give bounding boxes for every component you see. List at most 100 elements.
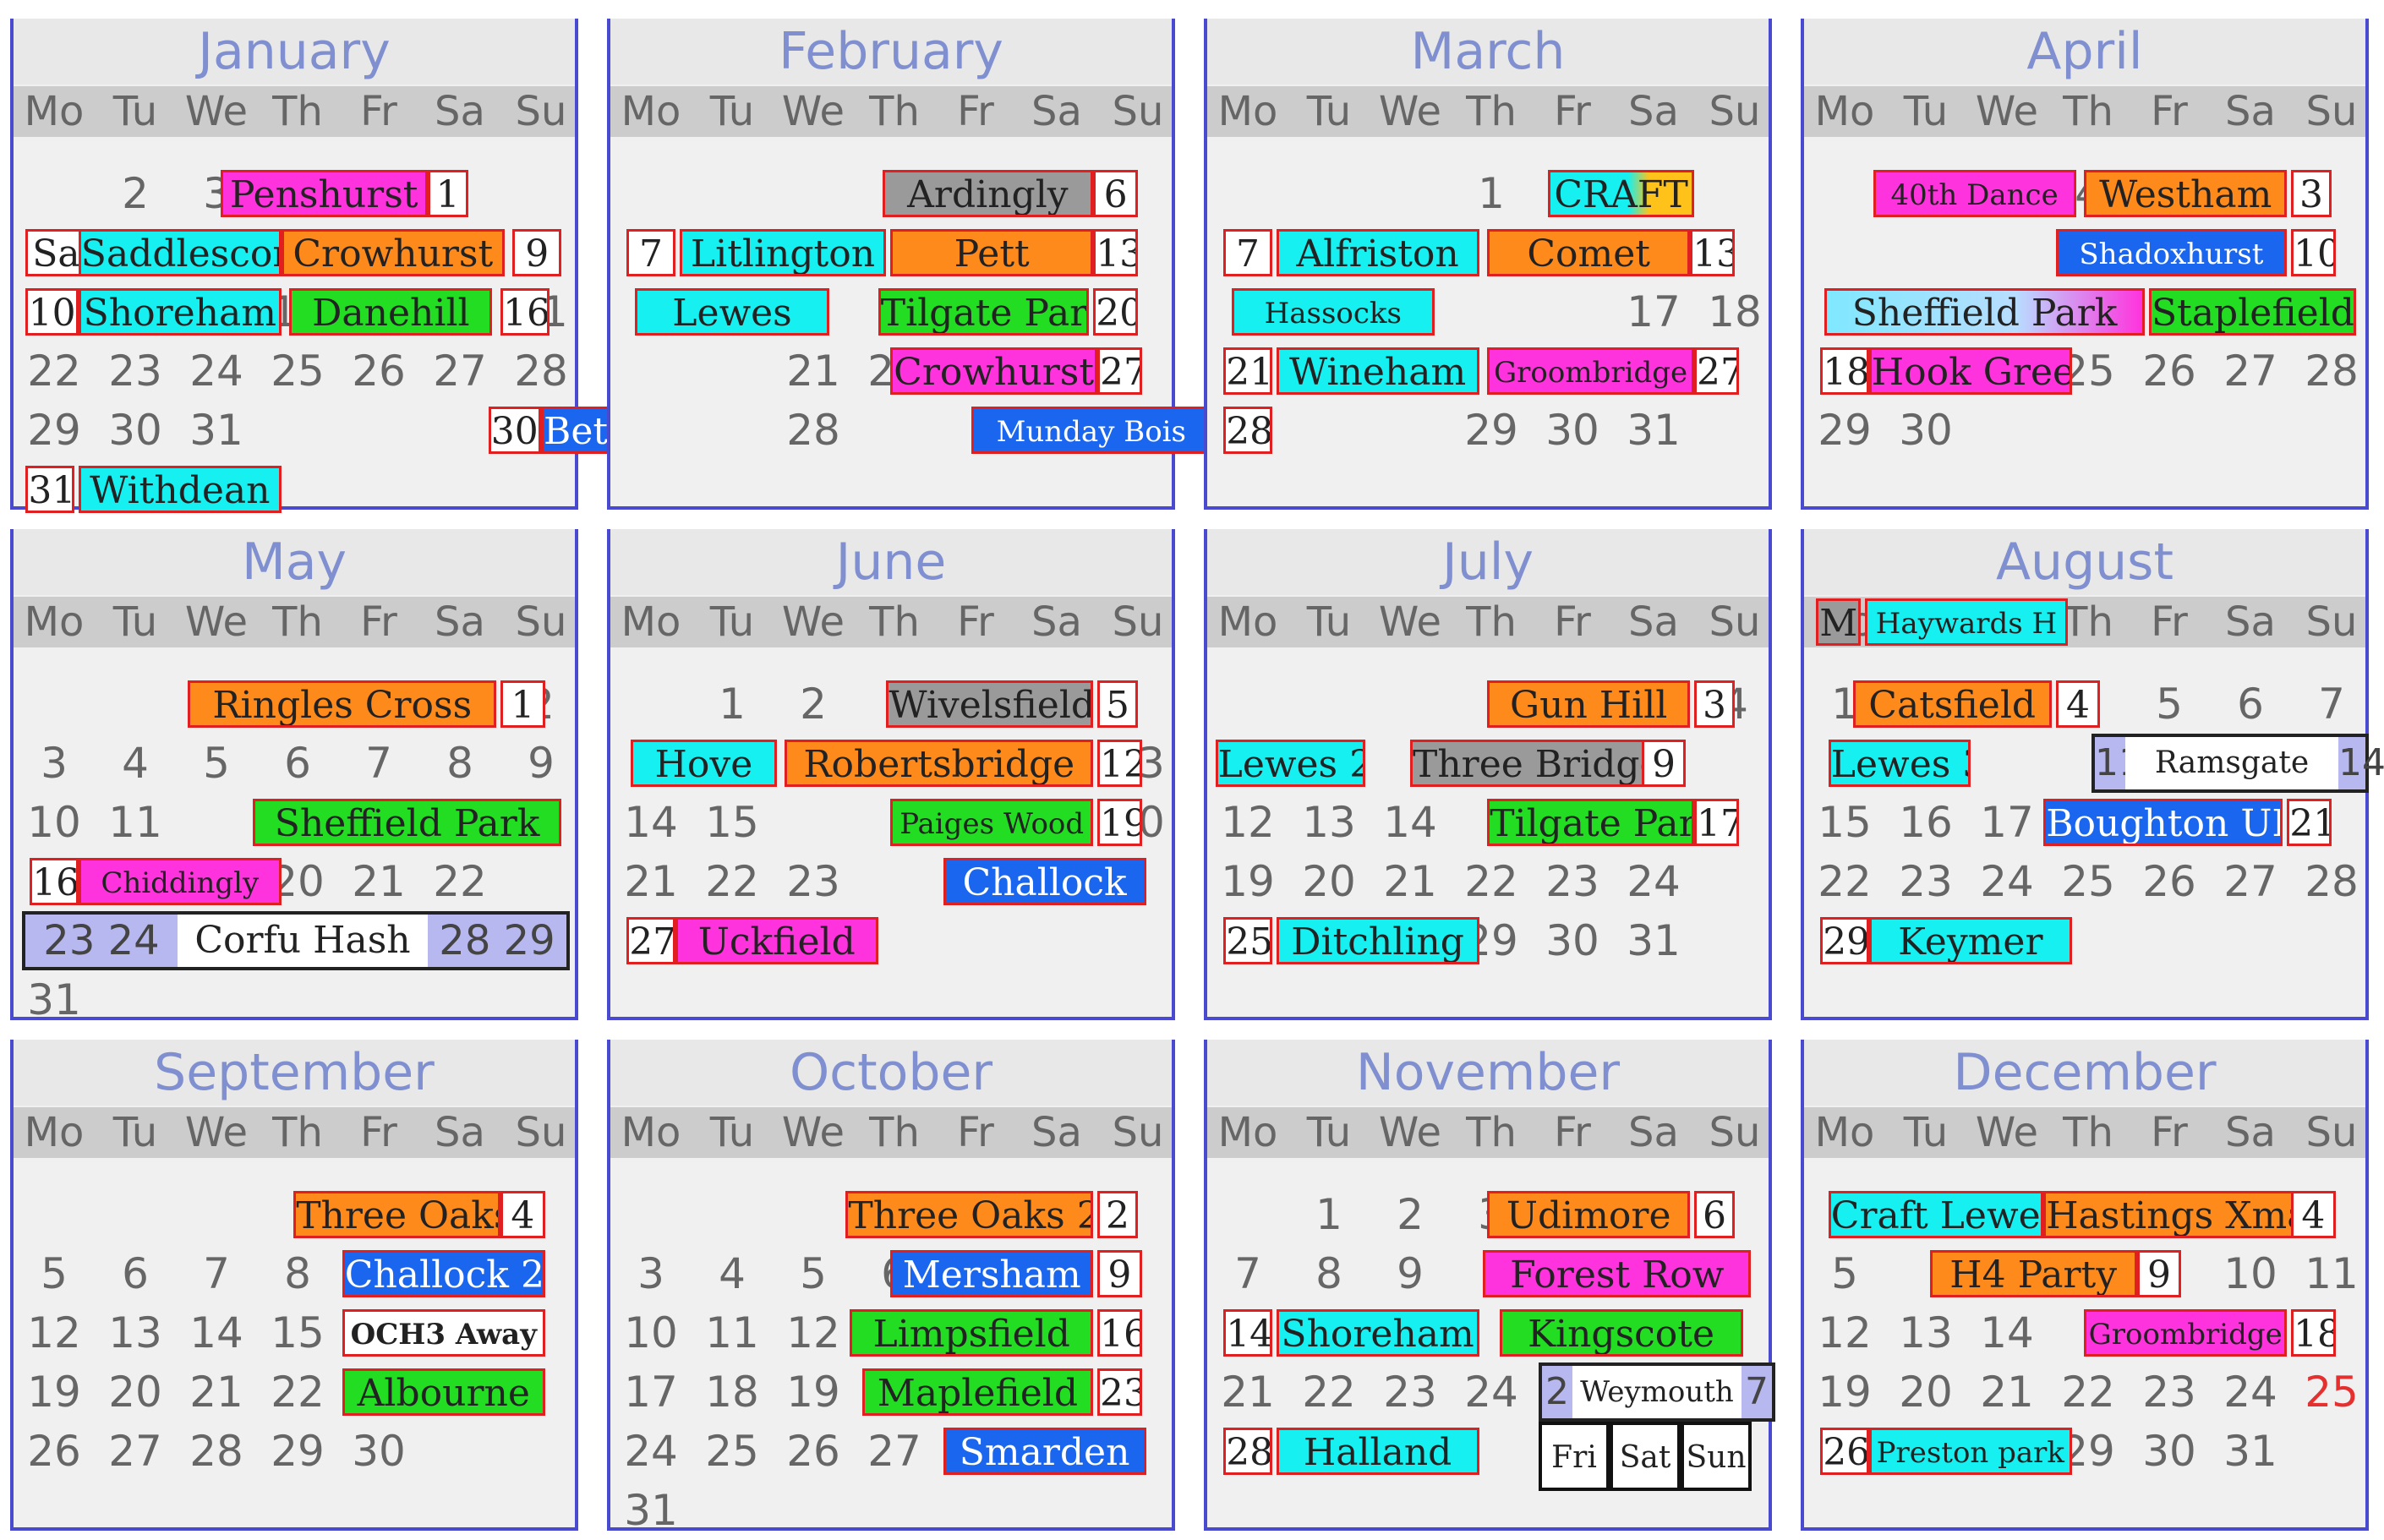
day-cell[interactable]: 10 xyxy=(2210,1244,2291,1303)
day-cell[interactable]: 31 xyxy=(14,970,95,1029)
event-25[interactable]: 25 xyxy=(1223,917,1272,964)
event-gun-hill[interactable]: Gun Hill xyxy=(1487,680,1691,728)
day-cell[interactable]: 24 xyxy=(2210,1363,2291,1422)
event-lewes-3[interactable]: Lewes 3 xyxy=(1828,740,1971,787)
day-cell[interactable]: 26 xyxy=(14,1422,95,1481)
day-cell[interactable]: 31 xyxy=(176,401,257,460)
event-withdean[interactable]: Withdean xyxy=(78,466,282,513)
day-cell[interactable]: 14 xyxy=(1370,793,1451,852)
event-13[interactable]: 13 xyxy=(1093,229,1138,276)
day-cell[interactable]: 21 xyxy=(176,1363,257,1422)
day-cell[interactable]: 7 xyxy=(1207,1244,1288,1303)
day-cell[interactable]: 26 xyxy=(338,341,419,401)
day-cell[interactable]: 6 xyxy=(257,734,338,793)
day-cell[interactable]: 28 xyxy=(2291,852,2372,911)
event-crowhurst[interactable]: Crowhurst xyxy=(890,347,1097,395)
event-challock[interactable]: Challock xyxy=(943,858,1146,905)
day-cell[interactable]: 25 xyxy=(2291,1363,2372,1422)
day-cell[interactable]: 3 xyxy=(610,1244,692,1303)
event-20[interactable]: 20 xyxy=(1093,288,1138,336)
day-cell[interactable]: 14 xyxy=(610,793,692,852)
day-cell[interactable]: 22 xyxy=(419,852,500,911)
day-cell[interactable]: 20 xyxy=(1885,1363,1966,1422)
event-18[interactable]: 18 xyxy=(1820,347,1869,395)
event-udimore[interactable]: Udimore xyxy=(1487,1191,1691,1238)
day-cell[interactable]: 8 xyxy=(419,734,500,793)
event-21[interactable]: 21 xyxy=(2287,799,2332,846)
event-shoreham[interactable]: Shoreham xyxy=(78,288,282,336)
day-cell[interactable]: 19 xyxy=(773,1363,854,1422)
day-cell[interactable]: 22 xyxy=(692,852,773,911)
day-cell[interactable]: 27 xyxy=(419,341,500,401)
day-cell[interactable]: 21 xyxy=(773,341,854,401)
weymouth-bar[interactable]: 2 Weymouth 7 xyxy=(1539,1363,1775,1422)
event-mersham[interactable]: Mersham xyxy=(890,1250,1094,1297)
day-cell[interactable]: 29 xyxy=(14,401,95,460)
day-cell[interactable]: 15 xyxy=(1804,793,1885,852)
day-cell[interactable]: 23 xyxy=(773,852,854,911)
event-27[interactable]: 27 xyxy=(626,917,675,964)
event-shadoxhurst[interactable]: Shadoxhurst xyxy=(2055,229,2288,276)
event-smarden[interactable]: Smarden xyxy=(943,1428,1146,1475)
day-cell[interactable]: 23 xyxy=(1370,1363,1451,1422)
event-9[interactable]: 9 xyxy=(1097,1250,1142,1297)
day-cell[interactable]: 26 xyxy=(2129,852,2210,911)
day-cell[interactable]: 11 xyxy=(2291,1244,2372,1303)
day-cell[interactable]: 1 xyxy=(1288,1185,1370,1244)
day-cell[interactable]: 31 xyxy=(610,1481,692,1540)
event-h4-party[interactable]: H4 Party xyxy=(1929,1250,2137,1297)
day-cell[interactable]: 1 xyxy=(692,674,773,734)
day-cell[interactable]: 2 xyxy=(95,164,176,223)
day-cell[interactable]: 24 xyxy=(610,1422,692,1481)
day-cell[interactable]: 25 xyxy=(692,1422,773,1481)
day-cell[interactable]: 19 xyxy=(1804,1363,1885,1422)
event-9[interactable]: 9 xyxy=(1641,740,1687,787)
day-cell[interactable]: 25 xyxy=(257,341,338,401)
day-cell[interactable]: 2 xyxy=(1370,1185,1451,1244)
event-tilgate-park[interactable]: Tilgate Park xyxy=(878,288,1090,336)
event-7[interactable]: 7 xyxy=(626,229,675,276)
event-13[interactable]: 13 xyxy=(1690,229,1735,276)
day-cell[interactable]: 21 xyxy=(1207,1363,1288,1422)
day-cell[interactable]: 8 xyxy=(1288,1244,1370,1303)
event-4[interactable]: 4 xyxy=(500,1191,545,1238)
day-cell[interactable]: 15 xyxy=(692,793,773,852)
event-5[interactable]: 5 xyxy=(1097,680,1138,728)
event-9[interactable]: 9 xyxy=(512,229,561,276)
event-three-oaks[interactable]: Three Oaks xyxy=(293,1191,500,1238)
event-boughton-ub[interactable]: Boughton UB xyxy=(2043,799,2283,846)
event-chiddingly[interactable]: Chiddingly xyxy=(78,858,282,905)
event-7[interactable]: 7 xyxy=(1223,229,1272,276)
event-23[interactable]: 23 xyxy=(1097,1368,1142,1416)
event-lewes-2[interactable]: Lewes 2 xyxy=(1215,740,1366,787)
day-cell[interactable]: 12 xyxy=(14,1303,95,1363)
event-tilgate-park[interactable]: Tilgate Park xyxy=(1487,799,1694,846)
event-comet[interactable]: Comet xyxy=(1487,229,1691,276)
event-penshurst[interactable]: Penshurst xyxy=(220,170,428,217)
day-cell[interactable]: 21 xyxy=(338,852,419,911)
event-6[interactable]: 6 xyxy=(1694,1191,1735,1238)
event-3[interactable]: 3 xyxy=(1694,680,1735,728)
event-19[interactable]: 19 xyxy=(1097,799,1142,846)
event-wivelsfield[interactable]: Wivelsfield xyxy=(886,680,1094,728)
event-10[interactable]: 10 xyxy=(25,288,79,336)
day-cell[interactable]: 28 xyxy=(500,341,582,401)
day-cell[interactable]: 6 xyxy=(95,1244,176,1303)
day-cell[interactable]: 30 xyxy=(2129,1422,2210,1481)
day-cell[interactable]: 22 xyxy=(257,1363,338,1422)
event-uckfield[interactable]: Uckfield xyxy=(675,917,878,964)
event-17[interactable]: 17 xyxy=(1694,799,1739,846)
day-cell[interactable]: 24 xyxy=(1613,852,1694,911)
event-4[interactable]: 4 xyxy=(2055,680,2101,728)
day-cell[interactable]: 5 xyxy=(14,1244,95,1303)
event-16[interactable]: 16 xyxy=(30,858,79,905)
day-cell[interactable]: 17 xyxy=(1966,793,2048,852)
event-26[interactable]: 26 xyxy=(1820,1428,1869,1475)
event-forest-row[interactable]: Forest Row xyxy=(1483,1250,1752,1297)
day-cell[interactable]: 20 xyxy=(1288,852,1370,911)
event-danehill[interactable]: Danehill xyxy=(289,288,493,336)
event-litlington[interactable]: Litlington xyxy=(679,229,887,276)
day-cell[interactable]: 30 xyxy=(1885,401,1966,460)
day-cell[interactable]: 30 xyxy=(338,1422,419,1481)
day-cell[interactable]: 9 xyxy=(500,734,582,793)
